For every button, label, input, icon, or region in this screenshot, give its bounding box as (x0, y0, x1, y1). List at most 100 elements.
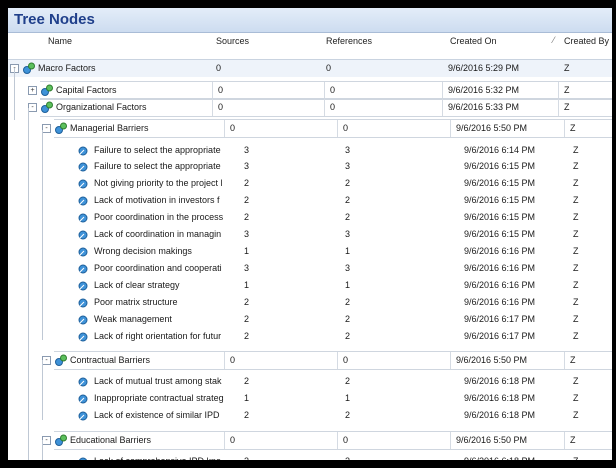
node-references: 3 (345, 145, 351, 155)
tree-group-row[interactable]: - Organizational Factors 0 0 9/6/2016 5:33 P… (28, 98, 612, 117)
node-icon (55, 122, 67, 134)
tree-group-row[interactable]: - Educational Barriers 0 0 9/6/2016 5:50 PM Z (42, 431, 612, 450)
node-created-by: Z (564, 102, 570, 112)
tree-leaf-row[interactable]: Poor matrix structure 2 2 9/6/2016 6:16 PM Z (8, 294, 612, 311)
node-references: 3 (345, 161, 351, 171)
node-references: 0 (343, 435, 349, 445)
node-sources: 1 (244, 393, 250, 403)
node-name: Lack of comprehensive IPD kno (94, 456, 221, 460)
collapse-icon[interactable]: - (42, 124, 51, 133)
node-created-on: 9/6/2016 6:15 PM (464, 212, 536, 222)
node-name: Macro Factors (38, 63, 96, 73)
tree-leaf-row[interactable]: Lack of motivation in investors f 2 2 9/6/2… (8, 192, 612, 209)
node-icon (78, 298, 88, 308)
tree-group-row[interactable]: + Capital Factors 0 0 9/6/2016 5:32 PM Z (28, 81, 612, 100)
node-created-on: 9/6/2016 5:33 PM (448, 102, 520, 112)
node-created-on: 9/6/2016 6:18 PM (464, 376, 536, 386)
tree-group-row[interactable]: - Managerial Barriers 0 0 9/6/2016 5:50 PM Z (42, 119, 612, 138)
tree-leaf-row[interactable]: Poor coordination and cooperati 3 3 9/6/201… (8, 260, 612, 277)
node-sources: 3 (244, 161, 250, 171)
node-sources: 2 (244, 410, 250, 420)
column-divider (224, 432, 225, 449)
column-sources[interactable]: Sources (216, 36, 249, 46)
column-created-by[interactable]: Created By (564, 36, 609, 46)
node-icon (55, 434, 67, 446)
tree-leaf-row[interactable]: Lack of mutual trust among stak 2 2 9/6/201… (8, 373, 612, 390)
node-name: Poor coordination and cooperati (94, 263, 222, 273)
node-icon (78, 315, 88, 325)
node-created-by: Z (573, 212, 579, 222)
node-created-on: 9/6/2016 6:14 PM (464, 145, 536, 155)
node-created-by: Z (573, 178, 579, 188)
collapse-icon[interactable]: - (42, 436, 51, 445)
column-name[interactable]: Name (48, 36, 72, 46)
column-divider (224, 120, 225, 137)
column-created-on[interactable]: Created On (450, 36, 497, 46)
tree-leaf-row[interactable]: Not giving priority to the project l 2 2 9/… (8, 175, 612, 192)
node-references: 0 (326, 63, 332, 73)
node-sources: 2 (244, 212, 250, 222)
tree-connector-line (14, 68, 15, 120)
tree-leaf-row[interactable]: Weak management 2 2 9/6/2016 6:17 PM Z (8, 311, 612, 328)
node-name: Lack of mutual trust among stak (94, 376, 222, 386)
node-name: Managerial Barriers (70, 123, 149, 133)
column-divider (450, 352, 451, 369)
node-created-on: 9/6/2016 6:16 PM (464, 280, 536, 290)
node-references: 2 (345, 376, 351, 386)
node-name: Poor matrix structure (94, 297, 178, 307)
node-name: Wrong decision makings (94, 246, 192, 256)
node-name: Failure to select the appropriate (94, 161, 221, 171)
node-created-on: 9/6/2016 6:17 PM (464, 331, 536, 341)
node-created-by: Z (573, 297, 579, 307)
node-icon (78, 179, 88, 189)
node-created-on: 9/6/2016 6:17 PM (464, 314, 536, 324)
node-created-by: Z (573, 229, 579, 239)
node-references: 1 (345, 246, 351, 256)
column-divider (442, 99, 443, 116)
tree-group-row[interactable]: - Macro Factors 0 0 9/6/2016 5:29 PM Z (8, 60, 612, 77)
tree-leaf-row[interactable]: Lack of comprehensive IPD kno 2 2 9/6/2016 … (8, 453, 612, 460)
tree-leaf-row[interactable]: Lack of right orientation for futur 2 2 9/6… (8, 328, 612, 345)
node-sources: 2 (244, 178, 250, 188)
node-references: 2 (345, 456, 350, 460)
tree-leaf-row[interactable]: Lack of clear strategy 1 1 9/6/2016 6:16 PM… (8, 277, 612, 294)
tree-group-row[interactable]: - Contractual Barriers 0 0 9/6/2016 5:50 PM Z (42, 351, 612, 370)
node-created-by: Z (564, 85, 570, 95)
collapse-icon[interactable]: - (28, 103, 37, 112)
tree-leaf-row[interactable]: Lack of coordination in managin 3 3 9/6/201… (8, 226, 612, 243)
collapse-icon[interactable]: - (42, 356, 51, 365)
column-divider (324, 99, 325, 116)
column-divider (564, 120, 565, 137)
node-icon (78, 411, 88, 421)
node-name: Failure to select the appropriate (94, 145, 221, 155)
node-created-by: Z (573, 410, 579, 420)
node-sources: 0 (230, 435, 236, 445)
node-references: 0 (330, 102, 336, 112)
node-references: 1 (345, 393, 351, 403)
column-divider (337, 120, 338, 137)
expand-icon[interactable]: + (28, 86, 37, 95)
node-created-by: Z (573, 246, 579, 256)
node-icon (78, 146, 88, 156)
column-references[interactable]: References (326, 36, 372, 46)
node-created-on: 9/6/2016 5:50 PM (456, 123, 528, 133)
node-icon (78, 162, 88, 172)
node-created-on: 9/6/2016 6:15 PM (464, 178, 536, 188)
tree-connector-line (28, 108, 29, 460)
node-created-on: 9/6/2016 6:16 PM (464, 263, 536, 273)
node-name: Poor coordination in the process (94, 212, 224, 222)
tree-leaf-row[interactable]: Lack of existence of similar IPD 2 2 9/6/20… (8, 407, 612, 424)
node-sources: 1 (244, 246, 250, 256)
tree-leaf-row[interactable]: Failure to select the appropriate 3 3 9/6/2… (8, 158, 612, 175)
tree-grid: - Macro Factors 0 0 9/6/2016 5:29 PM Z + Capita… (8, 60, 612, 460)
node-icon (78, 281, 88, 291)
node-icon (78, 196, 88, 206)
node-name: Lack of coordination in managin (94, 229, 222, 239)
tree-leaf-row[interactable]: Poor coordination in the process 2 2 9/6/20… (8, 209, 612, 226)
node-icon (78, 213, 88, 223)
tree-leaf-row[interactable]: Inappropriate contractual strateg 1 1 9/6/2… (8, 390, 612, 407)
tree-leaf-row[interactable]: Wrong decision makings 1 1 9/6/2016 6:16 PM… (8, 243, 612, 260)
tree-leaf-row[interactable]: Failure to select the appropriate 3 3 9/6/2… (8, 142, 612, 159)
node-created-on: 9/6/2016 6:18 PM (464, 456, 535, 460)
node-name: Lack of existence of similar IPD (94, 410, 220, 420)
